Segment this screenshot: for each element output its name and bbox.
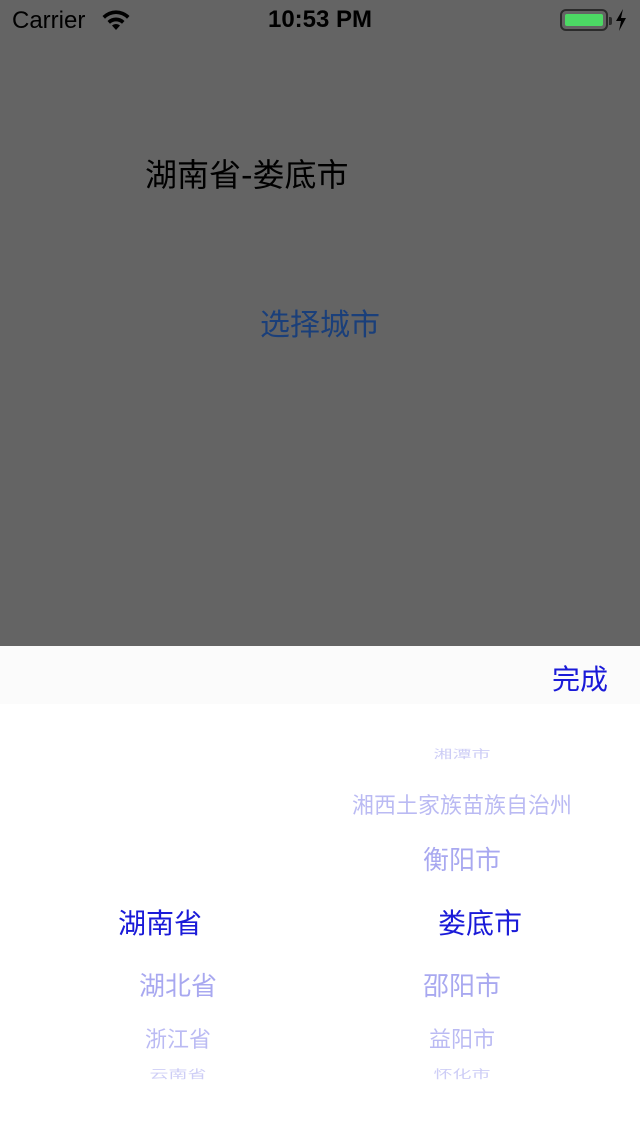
province-option[interactable]: 浙江省 xyxy=(18,1022,338,1054)
city-option[interactable]: 衡阳市 xyxy=(302,840,622,877)
city-option[interactable]: 益阳市 xyxy=(302,1022,622,1054)
province-column[interactable]: 湖南省 湖北省 浙江省 云南省 xyxy=(0,726,320,1096)
province-option[interactable]: 湖北省 xyxy=(18,966,338,1003)
battery-icon xyxy=(560,9,612,31)
status-bar: Carrier 10:53 PM xyxy=(0,0,640,40)
choose-city-button[interactable]: 选择城市 xyxy=(0,300,640,344)
done-button[interactable]: 完成 xyxy=(552,658,608,698)
status-time: 10:53 PM xyxy=(267,6,373,33)
picker-toolbar: 完成 xyxy=(0,646,640,704)
city-option[interactable]: 怀化市 xyxy=(302,1065,622,1081)
city-option[interactable]: 湘西土家族苗族自治州 xyxy=(302,788,622,820)
city-option[interactable]: 邵阳市 xyxy=(302,966,622,1003)
province-option-selected[interactable]: 湖南省 xyxy=(0,902,320,942)
selected-city-label: 湖南省-娄底市 xyxy=(145,156,349,194)
city-option-selected[interactable]: 娄底市 xyxy=(320,902,640,942)
city-option[interactable]: 湘潭市 xyxy=(302,745,622,761)
city-picker[interactable]: 湖南省 湖北省 浙江省 云南省 湘潭市 湘西土家族苗族自治州 衡阳市 娄底市 邵… xyxy=(0,726,640,1096)
province-option[interactable]: 云南省 xyxy=(18,1065,338,1081)
city-column[interactable]: 湘潭市 湘西土家族苗族自治州 衡阳市 娄底市 邵阳市 益阳市 怀化市 xyxy=(320,726,640,1096)
charging-bolt-icon xyxy=(614,8,628,32)
city-picker-sheet: 完成 湖南省 湖北省 浙江省 云南省 湘潭市 湘西土家族苗族自治州 衡阳市 娄底… xyxy=(0,646,640,1136)
